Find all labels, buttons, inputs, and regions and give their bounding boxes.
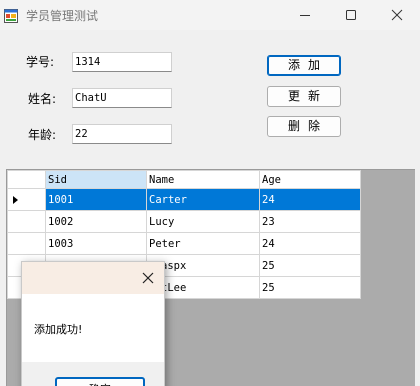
sid-label: 学号: xyxy=(26,55,55,69)
close-icon xyxy=(142,272,154,284)
cell-age[interactable]: 25 xyxy=(259,254,361,277)
cell-sid[interactable]: 1001 xyxy=(45,188,147,211)
update-button[interactable]: 更新 xyxy=(267,86,341,107)
close-button[interactable] xyxy=(374,0,420,30)
column-header-age[interactable]: Age xyxy=(259,170,361,189)
cell-name[interactable]: Lucy xyxy=(146,210,260,233)
sid-input[interactable]: 1314 xyxy=(72,52,172,72)
table-row[interactable]: 1002 Lucy 23 xyxy=(7,210,361,233)
window-title: 学员管理测试 xyxy=(26,9,99,23)
grid-header-row: Sid Name Age xyxy=(7,170,361,189)
cell-sid[interactable]: 1003 xyxy=(45,232,147,255)
cell-sid[interactable]: 1002 xyxy=(45,210,147,233)
name-label: 姓名: xyxy=(28,92,57,106)
cell-age[interactable]: 24 xyxy=(259,232,361,255)
column-header-sid[interactable]: Sid xyxy=(45,170,147,189)
add-button[interactable]: 添加 xyxy=(267,55,341,76)
row-header[interactable] xyxy=(7,210,46,233)
age-label: 年龄: xyxy=(28,128,57,142)
table-row[interactable]: 1003 Peter 24 xyxy=(7,232,361,255)
current-row-arrow-icon xyxy=(13,196,18,204)
cell-age[interactable]: 24 xyxy=(259,188,361,211)
close-icon xyxy=(391,9,403,21)
message-box: 添加成功! 确定 xyxy=(21,261,165,386)
row-header[interactable] xyxy=(7,232,46,255)
row-header-corner[interactable] xyxy=(7,170,46,189)
maximize-icon xyxy=(346,10,356,20)
title-bar[interactable]: 学员管理测试 xyxy=(0,0,420,30)
column-header-name[interactable]: Name xyxy=(146,170,260,189)
cell-age[interactable]: 25 xyxy=(259,276,361,299)
maximize-button[interactable] xyxy=(328,0,374,30)
cell-age[interactable]: 23 xyxy=(259,210,361,233)
minimize-icon xyxy=(300,15,310,16)
ok-button[interactable]: 确定 xyxy=(55,377,145,386)
message-box-close-button[interactable] xyxy=(140,270,156,286)
table-row[interactable]: 1001 Carter 24 xyxy=(7,188,361,211)
delete-button[interactable]: 删除 xyxy=(267,116,341,137)
minimize-button[interactable] xyxy=(282,0,328,30)
row-header[interactable] xyxy=(7,188,46,211)
age-input[interactable]: 22 xyxy=(72,124,172,144)
name-input[interactable]: ChatU xyxy=(72,88,172,108)
cell-name[interactable]: Peter xyxy=(146,232,260,255)
cell-name[interactable]: Carter xyxy=(146,188,260,211)
message-text: 添加成功! xyxy=(34,323,83,336)
app-icon xyxy=(4,8,18,23)
main-window: 学员管理测试 学号: 1314 姓名: ChatU 年龄: 22 添加 更新 删… xyxy=(0,0,420,386)
